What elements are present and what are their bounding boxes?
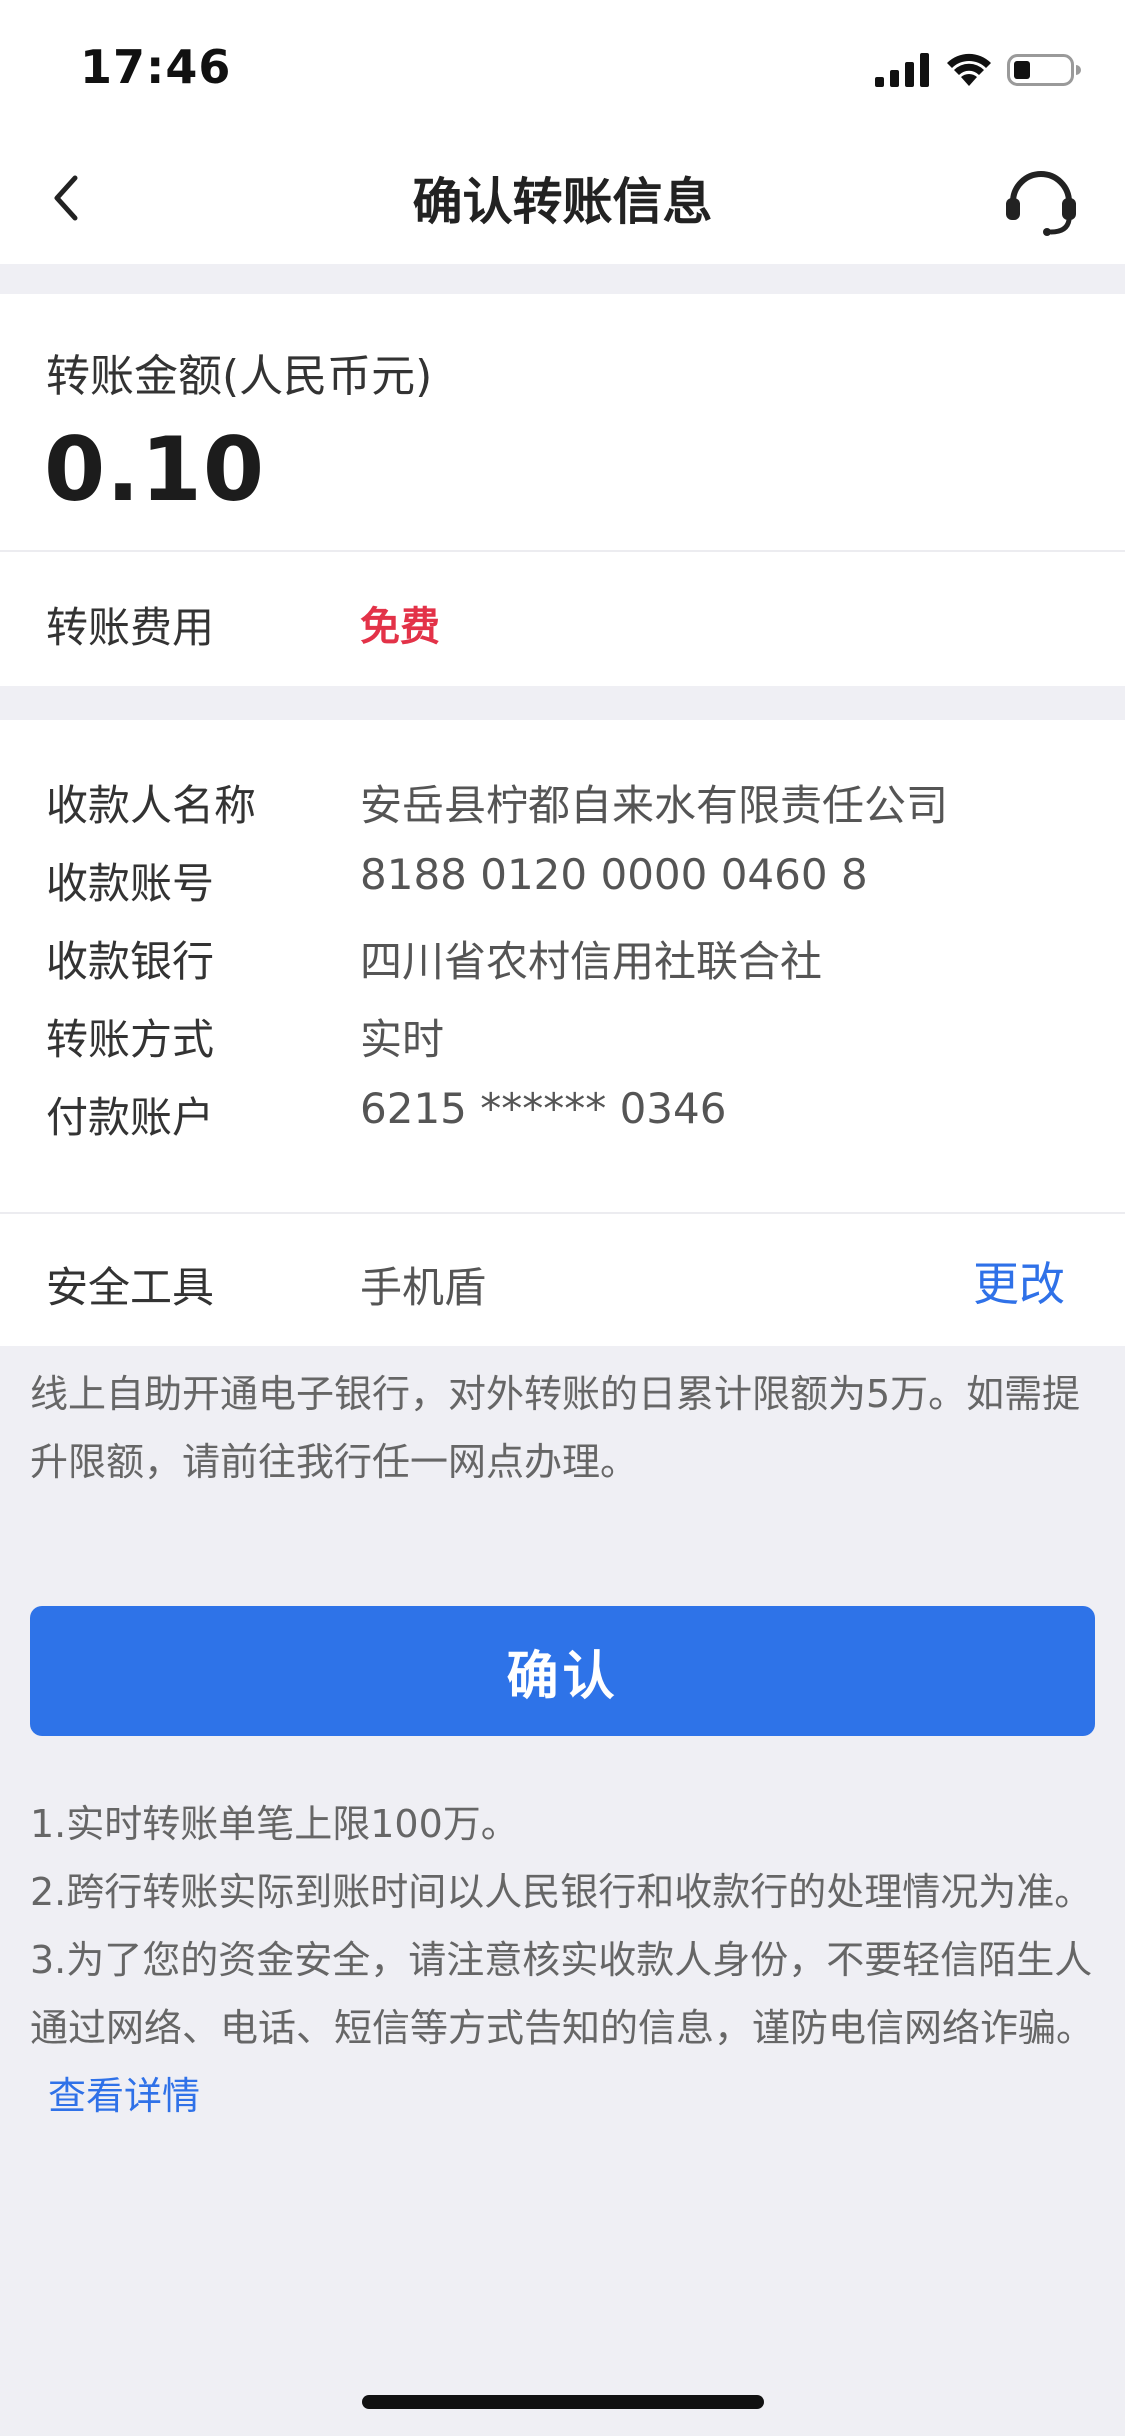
status-time: 17:46 bbox=[80, 40, 232, 94]
status-bar: 17:46 bbox=[0, 0, 1125, 132]
divider bbox=[0, 1212, 1125, 1214]
view-details-link[interactable]: 查看详情 bbox=[48, 2074, 200, 2118]
wifi-icon bbox=[947, 53, 991, 86]
security-tool-label: 安全工具 bbox=[46, 1263, 215, 1312]
limit-notice: 线上自助开通电子银行，对外转账的日累计限额为5万。如需提升限额，请前往我行任一网… bbox=[30, 1372, 1081, 1484]
info-value: 6215 ****** 0346 bbox=[360, 1084, 727, 1133]
tip-line: 3.为了您的资金安全，请注意核实收款人身份，不要轻信陌生人通过网络、电话、短信等… bbox=[30, 1926, 1100, 2130]
amount-card: 转账金额(人民币元) 0.10 转账费用 免费 bbox=[0, 294, 1125, 686]
status-icons bbox=[875, 48, 1081, 92]
tip-text: 3.为了您的资金安全，请注意核实收款人身份，不要轻信陌生人通过网络、电话、短信等… bbox=[30, 1938, 1095, 2050]
security-tool-value: 手机盾 bbox=[360, 1263, 487, 1312]
customer-service-button[interactable] bbox=[1001, 162, 1081, 238]
battery-icon bbox=[1007, 54, 1081, 86]
info-label: 收款银行 bbox=[46, 937, 215, 986]
info-label: 收款人名称 bbox=[46, 781, 257, 830]
payee-info-card: 收款人名称 安岳县柠都自来水有限责任公司 收款账号 8188 0120 0000… bbox=[0, 720, 1125, 1346]
tip-line: 1.实时转账单笔上限100万。 bbox=[30, 1802, 519, 1846]
info-label: 转账方式 bbox=[46, 1015, 215, 1064]
cellular-signal-icon bbox=[875, 53, 929, 87]
nav-bar: 确认转账信息 bbox=[0, 132, 1125, 264]
amount-label: 转账金额(人民币元) bbox=[46, 351, 433, 402]
fee-label: 转账费用 bbox=[46, 603, 215, 652]
amount-value: 0.10 bbox=[44, 418, 266, 521]
info-value: 8188 0120 0000 0460 8 bbox=[360, 850, 868, 899]
confirm-button[interactable]: 确认 bbox=[30, 1606, 1095, 1736]
fee-value: 免费 bbox=[360, 604, 440, 650]
info-value: 四川省农村信用社联合社 bbox=[360, 937, 823, 986]
divider bbox=[0, 550, 1125, 552]
transfer-confirm-screen: 17:46 确认转账信息 转账金额(人民币元) 0.10 转账费用 免费 收款人… bbox=[0, 0, 1125, 2436]
info-value: 安岳县柠都自来水有限责任公司 bbox=[360, 781, 949, 830]
info-value: 实时 bbox=[360, 1015, 445, 1064]
transfer-tips: 1.实时转账单笔上限100万。 2.跨行转账实际到账时间以人民银行和收款行的处理… bbox=[30, 1790, 1100, 2130]
headset-icon bbox=[1006, 171, 1076, 236]
info-label: 收款账号 bbox=[46, 859, 215, 908]
info-label: 付款账户 bbox=[46, 1093, 215, 1142]
change-security-tool-link[interactable]: 更改 bbox=[973, 1248, 1065, 1314]
home-indicator[interactable] bbox=[362, 2395, 764, 2409]
page-title: 确认转账信息 bbox=[412, 173, 713, 231]
tip-line: 2.跨行转账实际到账时间以人民银行和收款行的处理情况为准。 bbox=[30, 1870, 1093, 1914]
